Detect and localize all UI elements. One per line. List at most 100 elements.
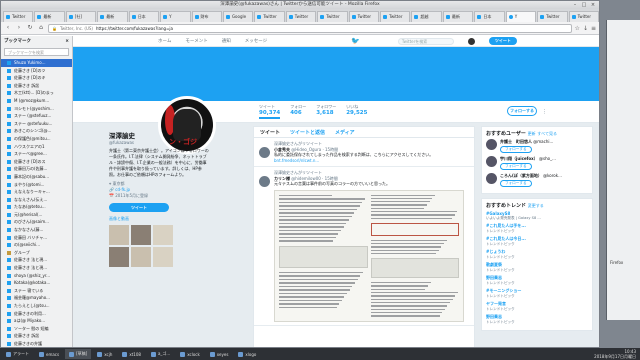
bookmark-item[interactable]: shoya (@shiz_yr...: [1, 272, 72, 280]
browser-tab[interactable]: Twitter: [317, 11, 348, 22]
bookmark-item[interactable]: たなあ(@tetsu...: [1, 203, 72, 211]
profile-website[interactable]: cd-fk.jp: [115, 187, 130, 192]
close-icon[interactable]: ×: [590, 2, 596, 8]
tab-tweets[interactable]: ツイート: [260, 129, 280, 136]
suggested-follow-button[interactable]: フォローする: [500, 163, 532, 170]
media-thumb[interactable]: [109, 225, 129, 245]
recommend-refresh-link[interactable]: 更新: [528, 131, 536, 136]
suggested-avatar[interactable]: [486, 156, 497, 167]
bookmark-search-input[interactable]: ブックマークを検索: [4, 48, 69, 56]
browser-tab[interactable]: 日本: [128, 11, 160, 22]
bookmark-item[interactable]: ハウスクエアの1: [1, 143, 72, 151]
bookmark-item[interactable]: 木工(ktt)... [D]のまっ: [1, 89, 72, 97]
window-titlebar[interactable]: 深澤諭史(@fukazawas)さん | Twitterから送信可能ツイート -…: [1, 1, 599, 9]
trend-item[interactable]: ヤフー発言 トレンドトピック: [486, 301, 588, 312]
bookmark-item[interactable]: 福芸羅@mayaho...: [1, 294, 72, 302]
reload-icon[interactable]: ↻: [26, 24, 34, 32]
recommend-all-link[interactable]: すべて見る: [537, 131, 557, 136]
browser-tab[interactable]: Twitter: [254, 11, 285, 22]
forward-icon[interactable]: ›: [15, 24, 23, 32]
browser-tab[interactable]: Twitter: [568, 11, 599, 22]
account-avatar[interactable]: [467, 37, 475, 45]
bookmark-item[interactable]: の(@seiichi...: [1, 241, 72, 249]
suggested-user[interactable]: ころん(ぽ（紫方面地） @korok... フォローする: [486, 173, 588, 187]
browser-tab[interactable]: Twitter: [3, 11, 34, 22]
browser-tab[interactable]: Y: [160, 11, 191, 22]
trend-item[interactable]: #モーニングショー トレンドトピック: [486, 288, 588, 299]
taskbar-item[interactable]: [草稿]: [65, 349, 92, 359]
back-icon[interactable]: ‹: [4, 24, 12, 32]
media-thumb[interactable]: [153, 225, 173, 245]
bookmark-item[interactable]: 佐藤さきの弁護: [1, 340, 72, 347]
profile-stat[interactable]: ツイート 90,374: [259, 104, 281, 119]
taskbar-item[interactable]: xlogo: [234, 349, 260, 359]
taskbar-item[interactable]: xt108: [118, 349, 145, 359]
media-thumb[interactable]: [131, 225, 151, 245]
clock[interactable]: 10:43 2018年9月17日月曜日: [594, 349, 640, 359]
bookmark-item[interactable]: 佐藤さき 訴訟: [1, 82, 72, 90]
taskbar-item[interactable]: a_ゴ...: [147, 349, 174, 359]
bookmark-item[interactable]: Kotaka(@kotaka...: [1, 279, 72, 287]
profile-stat[interactable]: フォロワー 3,618: [316, 104, 336, 119]
browser-tab[interactable]: [社]: [65, 11, 97, 22]
profile-stat[interactable]: フォロー 406: [290, 104, 306, 119]
trend-item[interactable]: 野田奏志 トレンドトピック: [486, 314, 588, 325]
tweet-to-button[interactable]: ツイート: [109, 203, 169, 212]
sidebar-close-icon[interactable]: ×: [65, 36, 69, 47]
profile-stat[interactable]: いいね 29,525: [346, 104, 367, 119]
compose-tweet-button[interactable]: ツイート: [488, 37, 517, 45]
tweet-link[interactable]: bnt.fmedsorl/nIcwt.n...: [274, 158, 468, 164]
bookmark-item[interactable]: 佐藤さき [D]のツ: [1, 67, 72, 75]
trend-item[interactable]: 歌劇夏祭 トレンドトピック: [486, 262, 588, 273]
tweet[interactable]: 深澤諭史さんがリツイート カリン様 @hidemilow00 · 15時間 元々…: [254, 167, 474, 326]
bookmark-item[interactable]: ヨシモト(@yoshim...: [1, 105, 72, 113]
tweet-avatar[interactable]: [259, 176, 270, 187]
bookmark-item[interactable]: ソーター 慰の 短編: [1, 325, 72, 333]
bookmark-item[interactable]: 佐藤田 バリチャ...: [1, 234, 72, 242]
media-thumb[interactable]: [131, 247, 151, 267]
bookmark-item[interactable]: のびさん(@saim...: [1, 218, 72, 226]
media-label[interactable]: 画像と動画: [109, 216, 209, 222]
browser-tab[interactable]: 超越: [411, 11, 442, 22]
follow-button[interactable]: フォローする: [507, 106, 537, 116]
bookmark-item[interactable]: 佐藤さき [D]のキ: [1, 74, 72, 82]
tweet-avatar[interactable]: [259, 147, 270, 158]
trends-change-link[interactable]: 変更する: [528, 203, 544, 208]
browser-tab[interactable]: 最新: [34, 11, 65, 22]
taskbar-item[interactable]: xclock: [176, 349, 204, 359]
sidebar-title[interactable]: ブックマーク: [4, 36, 31, 47]
suggested-user[interactable]: 弁護士 町田悠人 @machi... フォローする: [486, 139, 588, 153]
tab-tweets-replies[interactable]: ツイートと返信: [290, 129, 325, 136]
bookmark-item[interactable]: あきこのシンゴ(@...: [1, 127, 72, 135]
bookmark-folder[interactable]: グループ: [1, 249, 72, 257]
bookmark-item[interactable]: M (@moz@kum...: [1, 97, 72, 105]
browser-tab[interactable]: 最新: [442, 11, 474, 22]
bookmark-item[interactable]: ステー @stefuuku...: [1, 120, 72, 128]
bookmark-item[interactable]: 佐藤さき 法と現...: [1, 264, 72, 272]
browser-tab[interactable]: Twitter: [537, 11, 568, 22]
bookmark-item[interactable]: Shuzo Yukimo...: [1, 59, 72, 67]
browser-tab[interactable]: Twitter: [348, 11, 380, 22]
minimize-icon[interactable]: –: [572, 2, 578, 8]
nav-messages[interactable]: メッセージ: [245, 38, 267, 44]
twitter-search-input[interactable]: Twitterを検索: [397, 37, 454, 45]
browser-tab[interactable]: Y: [505, 11, 537, 22]
bookmark-item[interactable]: aは(@ Miyako...: [1, 317, 72, 325]
menu-icon[interactable]: ≡: [591, 25, 596, 32]
profile-handle[interactable]: @fukazawas: [109, 140, 209, 145]
suggested-follow-button[interactable]: フォローする: [500, 180, 532, 187]
trend-item[interactable]: #GalaxyS8 いよいよ発売発表 | Galaxy S8 ...: [486, 211, 588, 221]
browser-tab[interactable]: 日本: [474, 11, 505, 22]
bookmark-item[interactable]: ななえさん(伝え...: [1, 196, 72, 204]
download-icon[interactable]: ↓: [583, 25, 588, 32]
browser-tab[interactable]: Twitter: [380, 11, 411, 22]
trend-item[interactable]: #これ見た人は今日... トレンドトピック: [486, 236, 588, 247]
taskbar-item[interactable]: アラート: [2, 349, 33, 359]
trend-item[interactable]: #これ見た人は手を... トレンドトピック: [486, 223, 588, 234]
twitter-bird-icon[interactable]: 🐦: [351, 37, 360, 45]
bookmark-item[interactable]: 元(@herisal(...: [1, 211, 72, 219]
suggested-name[interactable]: 宇川翔（juicefox）: [500, 156, 538, 161]
browser-tab[interactable]: 最新: [97, 11, 128, 22]
bookmark-item[interactable]: 佐藤さき 法と現...: [1, 256, 72, 264]
bookmark-item[interactable]: 佐藤さき [D]のス: [1, 158, 72, 166]
